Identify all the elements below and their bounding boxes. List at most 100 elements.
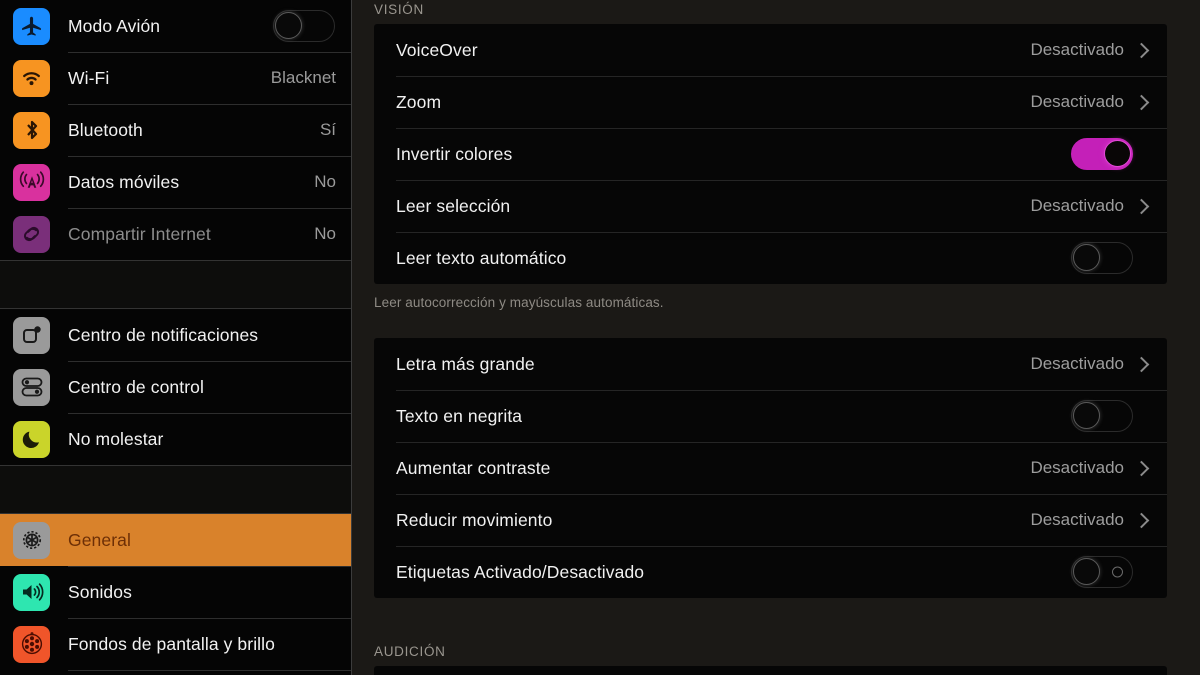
invert-colors-toggle[interactable] bbox=[1071, 138, 1133, 170]
sidebar-item-wallpaper-brightness[interactable]: Fondos de pantalla y brillo bbox=[0, 618, 351, 670]
row-accessory: Desactivado bbox=[1030, 458, 1150, 478]
sidebar-item-label: Centro de control bbox=[68, 376, 204, 397]
row-reduce-motion[interactable]: Reducir movimiento Desactivado bbox=[374, 494, 1167, 546]
sidebar-item-airplane-mode[interactable]: Modo Avión bbox=[0, 0, 351, 52]
chevron-right-icon bbox=[1133, 94, 1150, 110]
row-label: Leer texto automático bbox=[396, 247, 567, 268]
sidebar-item-do-not-disturb[interactable]: No molestar bbox=[0, 413, 351, 465]
row-accessory bbox=[1071, 400, 1149, 432]
row-accessory: Desactivado bbox=[1030, 40, 1150, 60]
row-larger-type[interactable]: Letra más grande Desactivado bbox=[374, 338, 1167, 390]
vision-footnote: Leer autocorrección y mayúsculas automát… bbox=[374, 295, 664, 310]
notification-center-icon bbox=[13, 316, 50, 354]
row-label: Invertir colores bbox=[396, 143, 513, 164]
sidebar-item-cellular-data[interactable]: Datos móviles No bbox=[0, 156, 351, 208]
row-increase-contrast[interactable]: Aumentar contraste Desactivado bbox=[374, 442, 1167, 494]
row-speak-selection[interactable]: Leer selección Desactivado bbox=[374, 180, 1167, 232]
sidebar-item-label: Fondos de pantalla y brillo bbox=[68, 633, 275, 654]
vision-card: VoiceOver Desactivado Zoom Desactivado I… bbox=[374, 24, 1167, 284]
row-voiceover[interactable]: VoiceOver Desactivado bbox=[374, 24, 1167, 76]
sidebar-item-value: No bbox=[314, 172, 336, 191]
sidebar-item-notification-center[interactable]: Centro de notificaciones bbox=[0, 309, 351, 361]
row-value: Desactivado bbox=[1030, 92, 1124, 111]
row-label: Texto en negrita bbox=[396, 405, 523, 426]
wifi-icon bbox=[13, 59, 50, 97]
on-off-labels-toggle[interactable] bbox=[1071, 556, 1133, 588]
sidebar-item-label: Wi-Fi bbox=[68, 67, 110, 88]
sidebar-group-separator bbox=[0, 260, 351, 309]
row-value: Desactivado bbox=[1030, 354, 1124, 373]
sidebar-group-system: Centro de notificaciones Centro de contr… bbox=[0, 309, 351, 465]
hearing-card bbox=[374, 666, 1167, 675]
sidebar-item-bluetooth[interactable]: Bluetooth Sí bbox=[0, 104, 351, 156]
row-label: Zoom bbox=[396, 91, 442, 112]
chevron-right-icon bbox=[1133, 198, 1150, 214]
cellular-antenna-icon bbox=[13, 163, 50, 201]
sidebar-item-label: Sonidos bbox=[68, 581, 132, 602]
bold-text-toggle[interactable] bbox=[1071, 400, 1133, 432]
toggle-knob bbox=[1104, 140, 1131, 167]
row-accessory bbox=[1071, 242, 1149, 274]
row-on-off-labels[interactable]: Etiquetas Activado/Desactivado bbox=[374, 546, 1167, 598]
sidebar-item-label: Compartir Internet bbox=[68, 223, 211, 244]
toggle-knob bbox=[275, 12, 302, 39]
speaker-icon bbox=[13, 573, 50, 611]
accessibility-panel[interactable]: VISIÓN VoiceOver Desactivado Zoom Desact… bbox=[352, 0, 1200, 675]
bluetooth-icon bbox=[13, 111, 50, 149]
row-value: Desactivado bbox=[1030, 458, 1124, 477]
row-accessory: Desactivado bbox=[1030, 510, 1150, 530]
sidebar-item-wifi[interactable]: Wi-Fi Blacknet bbox=[0, 52, 351, 104]
row-label: Letra más grande bbox=[396, 353, 535, 374]
chevron-right-icon bbox=[1133, 356, 1150, 372]
row-speak-auto-text[interactable]: Leer texto automático bbox=[374, 232, 1167, 284]
row-invert-colors[interactable]: Invertir colores bbox=[374, 128, 1167, 180]
hotspot-link-icon bbox=[13, 215, 50, 253]
row-label: Leer selección bbox=[396, 195, 511, 216]
sidebar-item-value: Sí bbox=[319, 120, 336, 139]
toggle-knob bbox=[1073, 244, 1100, 271]
sidebar-item-label: Modo Avión bbox=[68, 15, 161, 36]
sidebar-item-value: Blacknet bbox=[270, 68, 336, 87]
sidebar-item-label: No molestar bbox=[68, 428, 164, 449]
row-accessory bbox=[1071, 138, 1149, 170]
toggle-knob bbox=[1073, 558, 1100, 585]
toggle-off-label-icon bbox=[1112, 566, 1123, 578]
row-label: VoiceOver bbox=[396, 39, 478, 60]
flower-icon bbox=[13, 625, 50, 663]
sidebar-item-control-center[interactable]: Centro de control bbox=[0, 361, 351, 413]
settings-sidebar[interactable]: Modo Avión Wi-Fi Blacknet Bluetooth Sí D… bbox=[0, 0, 352, 675]
row-zoom[interactable]: Zoom Desactivado bbox=[374, 76, 1167, 128]
row-accessory: Desactivado bbox=[1030, 92, 1150, 112]
sidebar-item-general[interactable]: General bbox=[0, 514, 351, 566]
chevron-right-icon bbox=[1133, 512, 1150, 528]
sidebar-item-label: General bbox=[68, 529, 131, 550]
row-accessory bbox=[1071, 556, 1149, 588]
speak-auto-text-toggle[interactable] bbox=[1071, 242, 1133, 274]
toggle-knob bbox=[1073, 402, 1100, 429]
sidebar-item-label: Bluetooth bbox=[68, 119, 143, 140]
sidebar-item-personal-hotspot[interactable]: Compartir Internet No bbox=[0, 208, 351, 260]
section-header-vision: VISIÓN bbox=[374, 2, 424, 17]
row-label: Aumentar contraste bbox=[396, 457, 551, 478]
row-value: Desactivado bbox=[1030, 40, 1124, 59]
moon-icon bbox=[13, 420, 50, 458]
row-label: Reducir movimiento bbox=[396, 509, 553, 530]
gear-icon bbox=[13, 521, 50, 559]
sidebar-item-privacy[interactable]: Privacidad bbox=[0, 670, 351, 675]
sidebar-item-label: Centro de notificaciones bbox=[68, 324, 259, 345]
row-bold-text[interactable]: Texto en negrita bbox=[374, 390, 1167, 442]
sidebar-group-separator-2 bbox=[0, 465, 351, 514]
airplane-icon bbox=[13, 7, 50, 45]
row-label: Etiquetas Activado/Desactivado bbox=[396, 561, 645, 582]
row-value: Desactivado bbox=[1030, 196, 1124, 215]
sidebar-item-value: No bbox=[314, 224, 336, 243]
airplane-mode-toggle[interactable] bbox=[273, 10, 335, 42]
chevron-right-icon bbox=[1133, 42, 1150, 58]
text-display-card: Letra más grande Desactivado Texto en ne… bbox=[374, 338, 1167, 598]
sidebar-item-label: Datos móviles bbox=[68, 171, 180, 192]
chevron-right-icon bbox=[1133, 460, 1150, 476]
sidebar-item-sounds[interactable]: Sonidos bbox=[0, 566, 351, 618]
sidebar-group-general: General Sonidos Fondos de pantalla y bri… bbox=[0, 514, 351, 675]
row-accessory: Desactivado bbox=[1030, 354, 1150, 374]
